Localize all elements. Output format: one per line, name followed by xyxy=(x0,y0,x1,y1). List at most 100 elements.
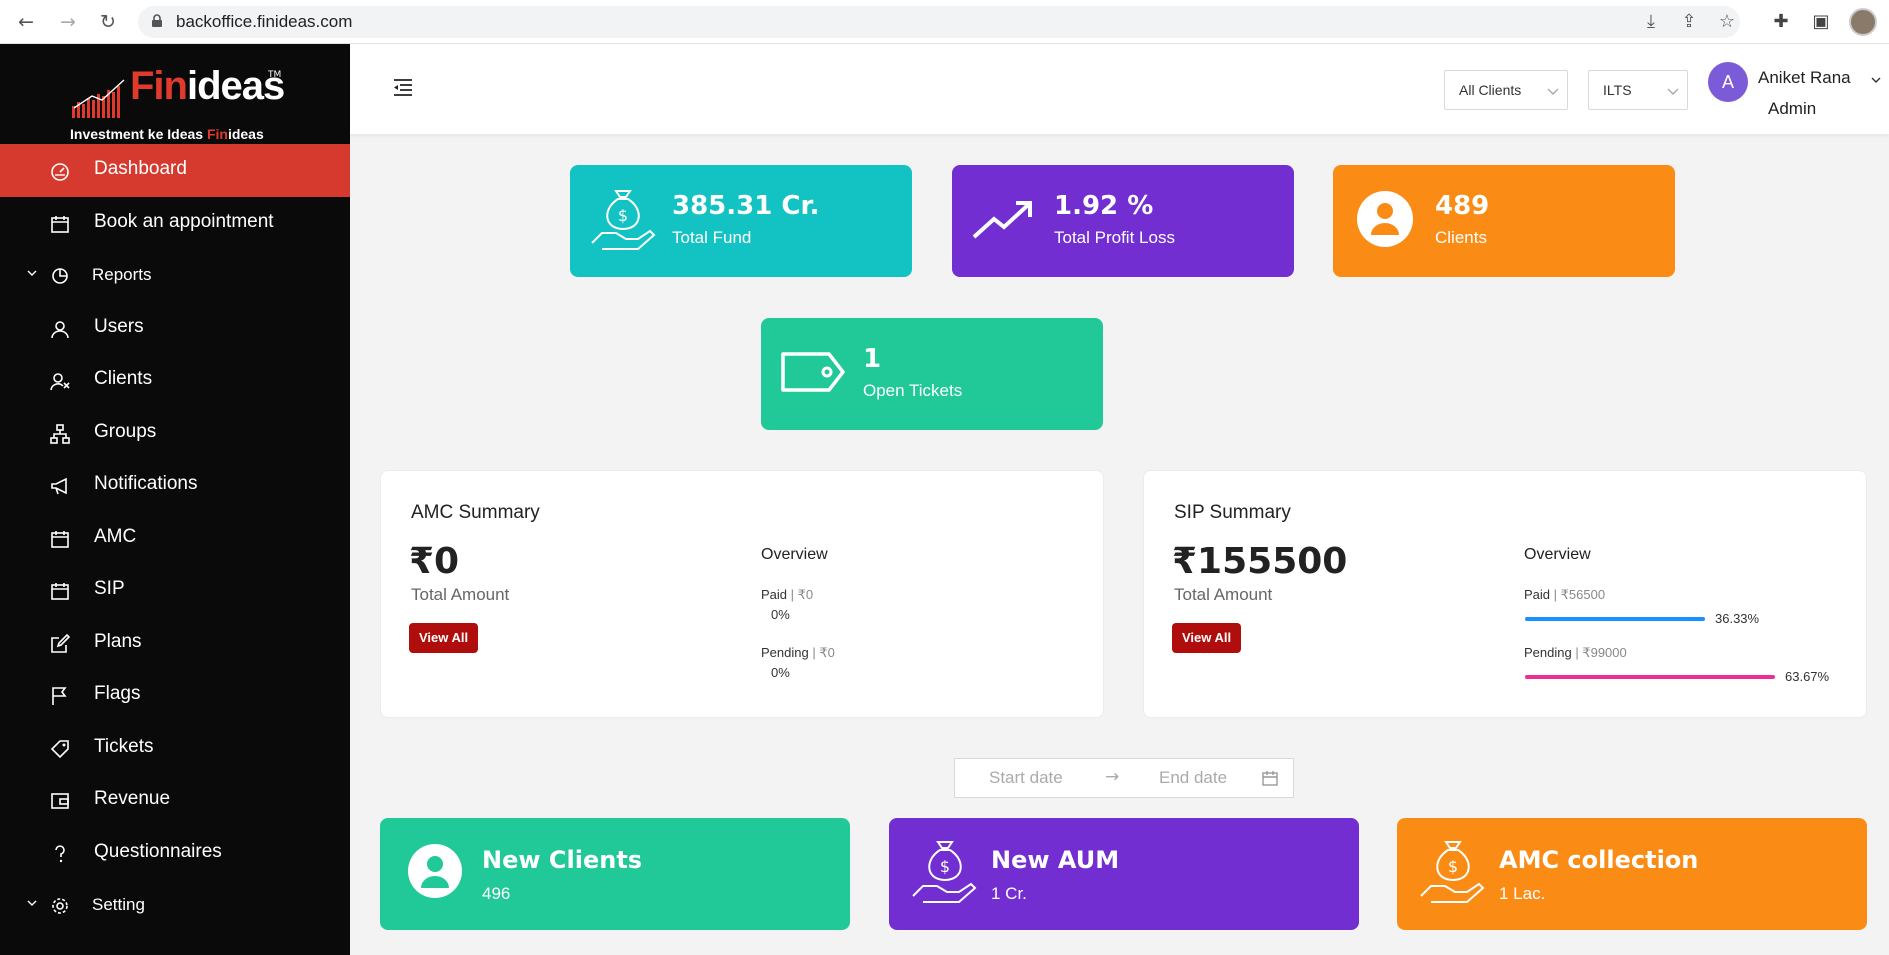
sidebar-item-amc[interactable]: AMC xyxy=(0,512,350,565)
reload-icon[interactable]: ↻ xyxy=(96,10,120,34)
sidebar-item-reports[interactable]: Reports xyxy=(0,249,350,302)
sip-pending-percent: 63.67% xyxy=(1785,669,1830,684)
amc-total-amount-label: Total Amount xyxy=(411,585,510,604)
sidebar-item-label: Users xyxy=(94,315,144,337)
calendar-icon[interactable] xyxy=(1261,769,1279,787)
sip-pending-progress-bar xyxy=(1525,675,1775,679)
sidebar: Finideas TM Investment ke Ideas Finideas… xyxy=(0,44,350,955)
top-header: All Clients ILTS A Aniket Rana Admin xyxy=(350,44,1889,134)
svg-text:$: $ xyxy=(940,857,950,876)
amc-view-all-button[interactable]: View All xyxy=(409,623,479,653)
sidebar-item-notifications[interactable]: Notifications xyxy=(0,459,350,512)
amc-overview-title: Overview xyxy=(761,546,828,563)
sidebar-item-flags[interactable]: Flags xyxy=(0,669,350,722)
megaphone-icon xyxy=(51,477,67,495)
svg-text:$: $ xyxy=(1448,857,1458,876)
calendar-icon xyxy=(51,530,69,548)
svg-text:$: $ xyxy=(618,206,628,225)
sip-summary-panel: SIP Summary ₹155500 Total Amount View Al… xyxy=(1143,470,1867,718)
avatar[interactable]: A xyxy=(1708,62,1748,102)
amc-total-amount: ₹0 xyxy=(409,541,460,582)
sidebar-item-setting[interactable]: Setting xyxy=(0,879,350,932)
logo-trademark: TM xyxy=(268,70,282,80)
clients-label: Clients xyxy=(1435,228,1487,247)
puzzle-icon[interactable]: ✚ xyxy=(1769,10,1793,34)
logo-bars-icon xyxy=(72,79,125,118)
sidebar-item-dashboard[interactable]: Dashboard xyxy=(0,144,350,197)
sip-view-all-button[interactable]: View All xyxy=(1172,623,1242,653)
sidebar-item-questionnaires[interactable]: Questionnaires xyxy=(0,827,350,880)
amc-pending-percent: 0% xyxy=(771,665,790,680)
address-bar[interactable]: backoffice.finideas.com xyxy=(138,6,1740,38)
menu-collapse-icon[interactable] xyxy=(392,76,414,98)
sip-summary-title: SIP Summary xyxy=(1174,502,1291,523)
open-tickets-card[interactable]: 1 Open Tickets xyxy=(761,318,1103,430)
chevron-down-icon xyxy=(1547,88,1559,95)
money-bag-hand-icon: $ xyxy=(1420,841,1485,903)
sidebar-item-tickets[interactable]: Tickets xyxy=(0,722,350,775)
user-name[interactable]: Aniket Rana xyxy=(1758,68,1851,88)
sidebar-item-plans[interactable]: Plans xyxy=(0,617,350,670)
sidebar-item-groups[interactable]: Groups xyxy=(0,407,350,460)
share-icon[interactable]: ⇪ xyxy=(1677,10,1701,34)
sidebar-item-label: Groups xyxy=(94,420,157,442)
date-range-picker[interactable]: Start date → End date xyxy=(954,758,1294,798)
sidebar-item-label: Setting xyxy=(92,895,145,914)
finideas-logo[interactable]: Finideas TM Investment ke Ideas Finideas xyxy=(60,56,290,144)
profile-avatar[interactable] xyxy=(1849,8,1877,36)
trend-up-icon xyxy=(972,201,1032,239)
pie-chart-icon xyxy=(52,268,68,284)
chevron-down-icon xyxy=(27,270,37,276)
back-arrow-icon[interactable]: ← xyxy=(14,10,38,34)
sidebar-item-revenue[interactable]: Revenue xyxy=(0,774,350,827)
sidebar-item-label: Reports xyxy=(92,265,152,284)
amc-collection-card[interactable]: $ AMC collection 1 Lac. xyxy=(1397,818,1867,930)
sidebar-item-label: AMC xyxy=(94,525,137,547)
sip-total-amount-label: Total Amount xyxy=(1174,585,1273,604)
sidebar-item-book-appointment[interactable]: Book an appointment xyxy=(0,197,350,250)
start-date-input[interactable]: Start date xyxy=(989,768,1063,788)
end-date-input[interactable]: End date xyxy=(1159,768,1227,788)
sip-paid-progress-bar xyxy=(1525,617,1705,621)
total-fund-card[interactable]: $ 385.31 Cr. Total Fund xyxy=(570,165,912,277)
new-clients-value: 496 xyxy=(482,884,511,903)
user-circle-icon xyxy=(408,844,462,898)
profit-loss-value: 1.92 % xyxy=(1054,191,1154,221)
question-icon xyxy=(55,844,65,862)
company-filter-select[interactable]: ILTS xyxy=(1588,70,1688,110)
sidebar-item-label: Clients xyxy=(94,368,153,389)
clients-card[interactable]: 489 Clients xyxy=(1333,165,1675,277)
sidebar-menu: Dashboard Book an appointment Reports Us… xyxy=(0,144,350,932)
user-icon xyxy=(51,320,69,338)
clients-value: 489 xyxy=(1435,191,1490,221)
amc-summary-title: AMC Summary xyxy=(411,502,540,523)
money-bag-hand-icon: $ xyxy=(912,841,977,903)
total-fund-value: 385.31 Cr. xyxy=(672,191,820,221)
new-aum-title: New AUM xyxy=(991,846,1120,874)
forward-arrow-icon[interactable]: → xyxy=(56,10,80,34)
sip-overview-title: Overview xyxy=(1524,546,1591,563)
sidebar-item-label: Questionnaires xyxy=(94,840,222,862)
sidebar-item-label: Dashboard xyxy=(94,158,187,179)
install-icon[interactable]: ⤓ xyxy=(1639,10,1663,34)
amc-paid-percent: 0% xyxy=(771,607,790,622)
sidebar-item-clients[interactable]: Clients xyxy=(0,354,350,407)
sidebar-item-users[interactable]: Users xyxy=(0,302,350,355)
total-profit-loss-card[interactable]: 1.92 % Total Profit Loss xyxy=(952,165,1294,277)
sip-pending-row: Pending | ₹99000 xyxy=(1524,645,1627,660)
client-filter-select[interactable]: All Clients xyxy=(1444,70,1568,110)
star-icon[interactable]: ☆ xyxy=(1715,10,1739,34)
new-clients-card[interactable]: New Clients 496 xyxy=(380,818,850,930)
client-filter-value: All Clients xyxy=(1459,82,1522,98)
dashboard-icon xyxy=(51,163,69,181)
range-arrow-icon: → xyxy=(1105,767,1120,787)
sip-paid-percent: 36.33% xyxy=(1715,611,1760,626)
sidepanel-icon[interactable]: ▣ xyxy=(1809,10,1833,34)
new-aum-card[interactable]: $ New AUM 1 Cr. xyxy=(889,818,1359,930)
sidebar-item-sip[interactable]: SIP xyxy=(0,564,350,617)
sidebar-item-label: Revenue xyxy=(94,788,171,809)
sidebar-item-label: Notifications xyxy=(94,473,198,494)
chevron-down-icon[interactable] xyxy=(1870,74,1882,86)
open-tickets-label: Open Tickets xyxy=(863,381,963,400)
tag-icon xyxy=(50,739,69,758)
